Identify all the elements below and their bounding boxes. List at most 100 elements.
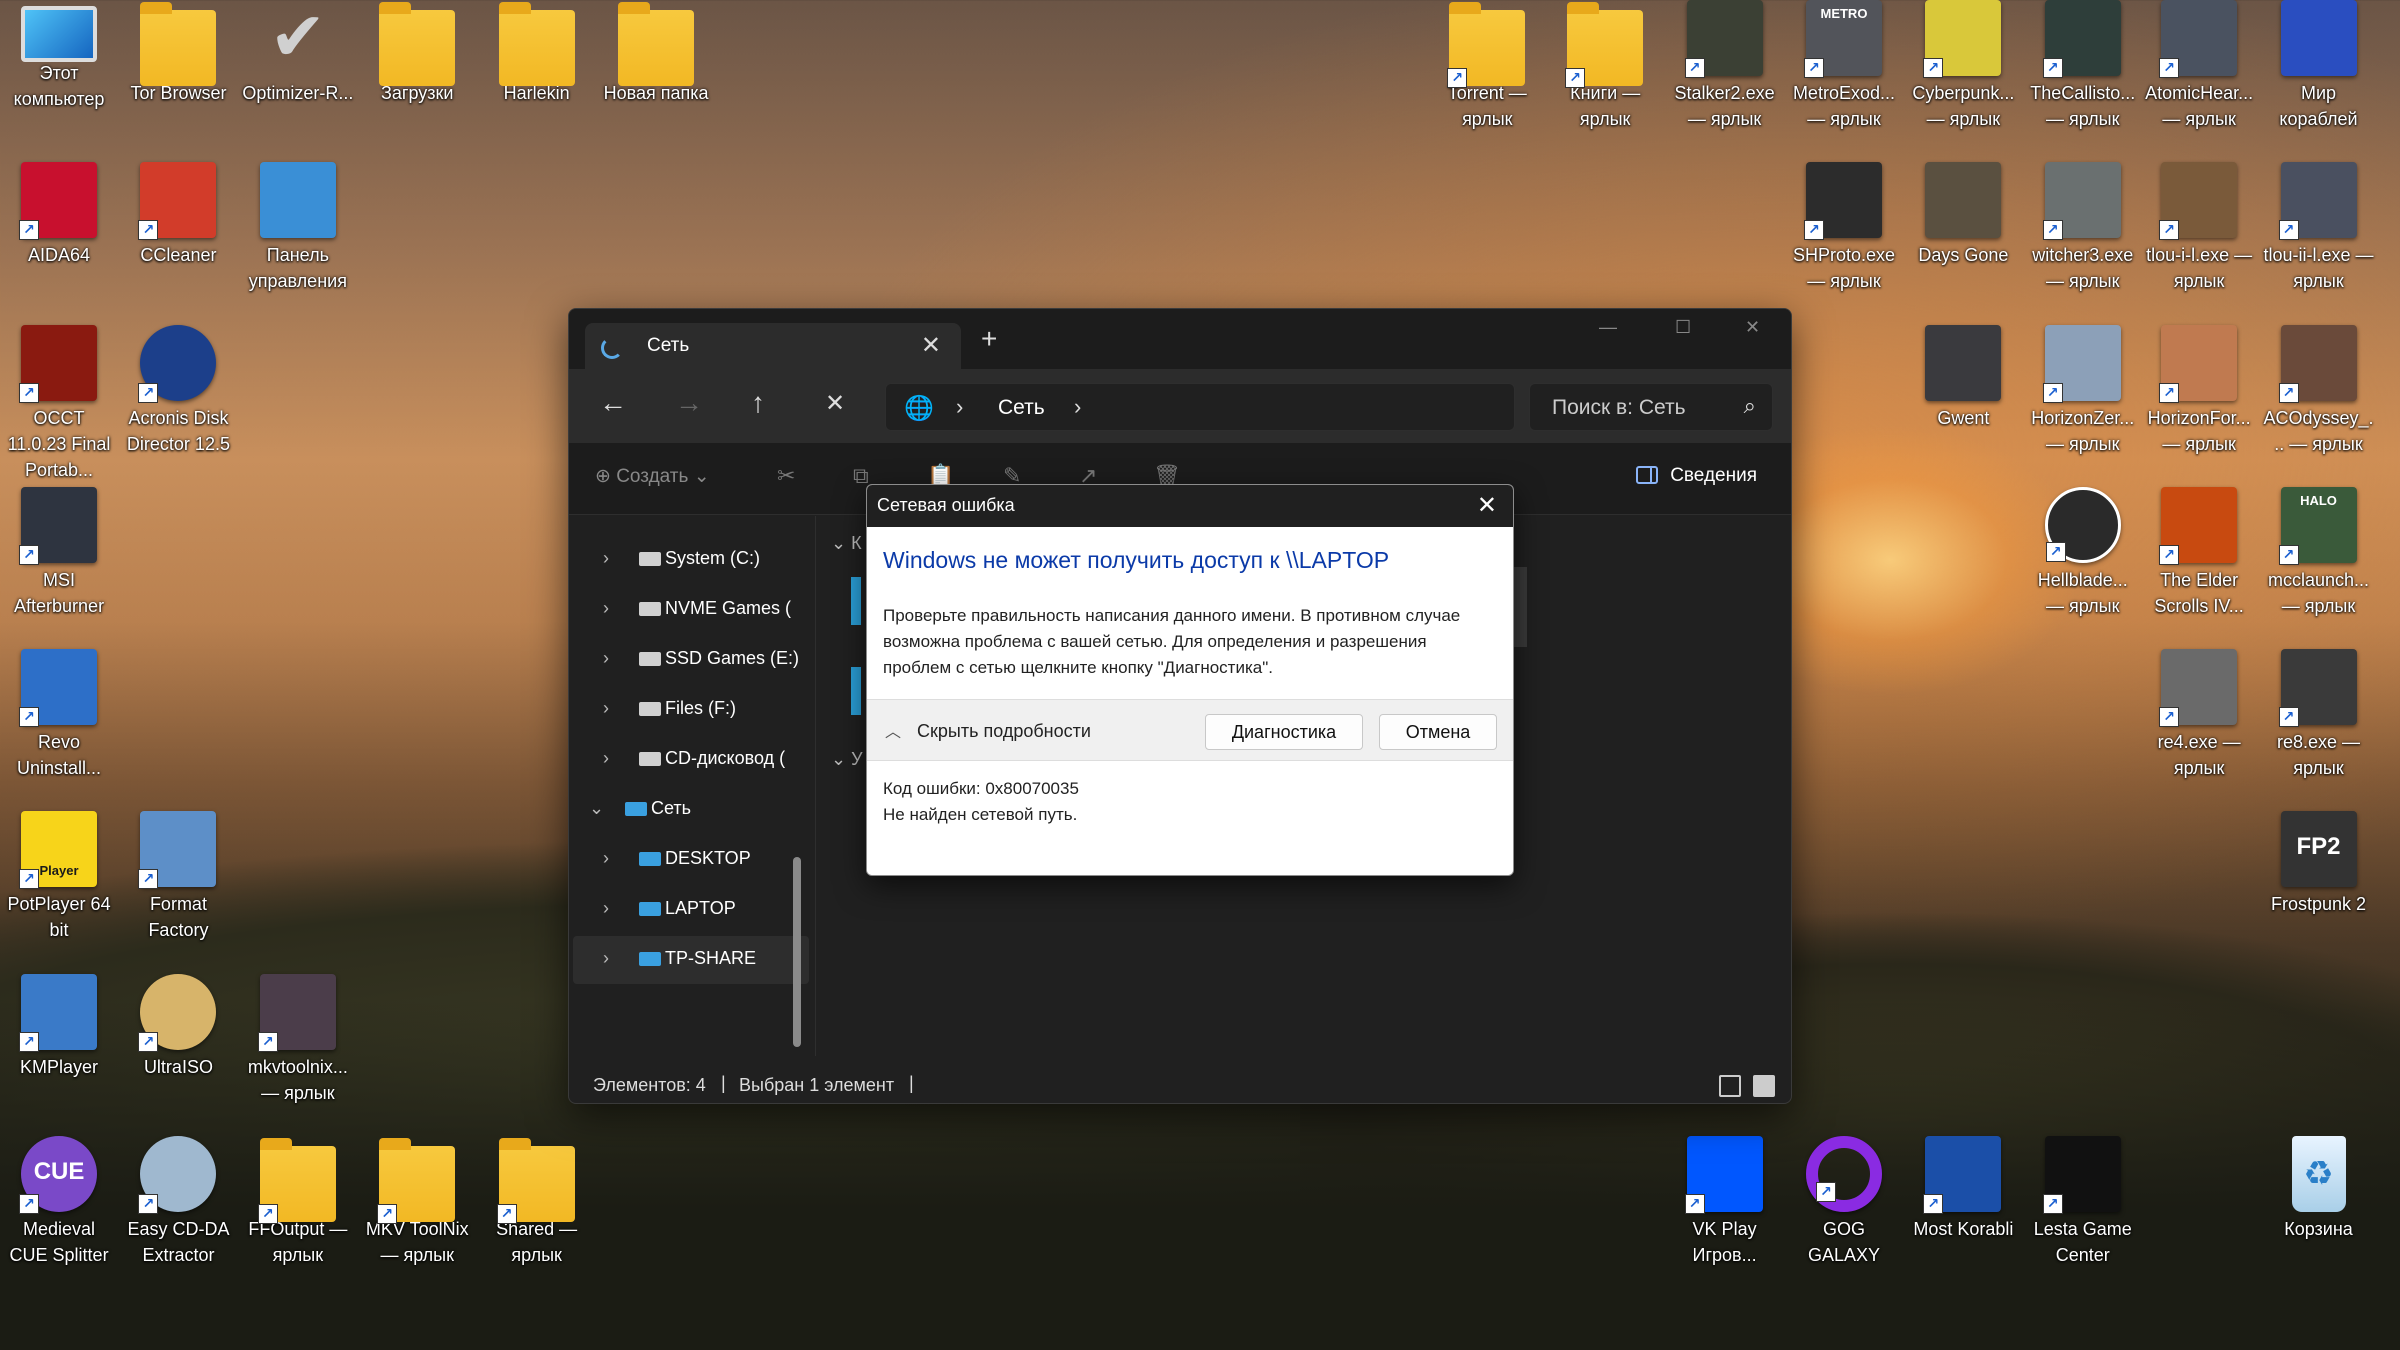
close-window-icon[interactable]: ✕ xyxy=(1745,317,1760,338)
desktop-shortcut[interactable]: Загрузки xyxy=(361,0,473,106)
chevron-right-icon[interactable]: › xyxy=(603,598,609,619)
desktop-shortcut[interactable]: Панель управления xyxy=(242,162,354,294)
cut-icon[interactable]: ✂ xyxy=(777,463,795,489)
desktop-shortcut[interactable]: ↗ VK Play Игров... xyxy=(1669,1135,1781,1268)
dialog-close-icon[interactable]: ✕ xyxy=(1477,491,1497,520)
desktop-shortcut[interactable]: ↗ re8.exe — ярлык xyxy=(2263,649,2375,781)
desktop-shortcut[interactable]: ↗ SHProto.exe — ярлык xyxy=(1788,162,1900,294)
nav-item[interactable]: › NVME Games ( xyxy=(573,586,809,634)
desktop-shortcut[interactable]: Этот компьютер xyxy=(3,0,115,112)
pane-divider[interactable] xyxy=(815,516,816,1056)
chevron-right-icon[interactable]: › xyxy=(603,548,609,569)
minimize-icon[interactable]: — xyxy=(1599,317,1617,338)
nav-item[interactable]: › Files (F:) xyxy=(573,686,809,734)
chevron-right-icon[interactable]: › xyxy=(603,748,609,769)
chevron-right-icon[interactable]: › xyxy=(603,848,609,869)
details-pane-button[interactable]: Сведения xyxy=(1636,465,1757,487)
desktop-shortcut[interactable]: ↗ Torrent — ярлык xyxy=(1431,0,1543,132)
back-arrow-icon[interactable]: ← xyxy=(599,387,627,419)
desktop-shortcut[interactable]: ↗ Книги — ярлык xyxy=(1549,0,1661,132)
desktop-shortcut[interactable]: ↗ tlou-ii-l.exe — ярлык xyxy=(2263,162,2375,294)
details-view-icon[interactable] xyxy=(1719,1075,1741,1097)
desktop-shortcut[interactable]: ↗ KMPlayer xyxy=(3,973,115,1080)
address-bar[interactable]: 🌐 › Сеть › xyxy=(885,383,1515,431)
chevron-right-icon[interactable]: › xyxy=(1074,394,1081,420)
cancel-button[interactable]: Отмена xyxy=(1379,714,1497,750)
diagnose-button[interactable]: Диагностика xyxy=(1205,714,1363,750)
nav-item[interactable]: › SSD Games (E:) xyxy=(573,636,809,684)
desktop-shortcut[interactable]: ↗ witcher3.exe — ярлык xyxy=(2027,162,2139,294)
desktop-shortcut[interactable]: ↗ The Elder Scrolls IV... xyxy=(2143,486,2255,619)
chevron-down-icon[interactable]: ⌄ xyxy=(589,798,604,819)
nav-item[interactable]: › DESKTOP xyxy=(573,836,809,884)
desktop-shortcut[interactable]: ↗ OCCT 11.0.23 Final Portab... xyxy=(3,324,115,483)
navigation-scrollbar[interactable] xyxy=(793,857,801,1047)
chevron-right-icon[interactable]: › xyxy=(603,648,609,669)
chevron-right-icon[interactable]: › xyxy=(603,948,609,969)
desktop-shortcut[interactable]: Новая папка xyxy=(600,0,712,106)
tab-network[interactable]: Сеть ✕ xyxy=(585,323,961,369)
nav-item[interactable]: › LAPTOP xyxy=(573,886,809,934)
desktop-shortcut[interactable]: ↗ AIDA64 xyxy=(3,162,115,268)
desktop-shortcut[interactable]: ↗ Acronis Disk Director 12.5 xyxy=(122,324,234,457)
chevron-right-icon[interactable]: › xyxy=(603,698,609,719)
desktop-shortcut[interactable]: ↗ CCleaner xyxy=(122,162,234,268)
desktop-shortcut[interactable]: HALO ↗ mcclaunch... — ярлык xyxy=(2263,486,2375,619)
desktop-shortcut[interactable]: ↗ re4.exe — ярлык xyxy=(2143,649,2255,781)
desktop-shortcut[interactable]: METRO ↗ MetroExod... — ярлык xyxy=(1788,0,1900,132)
search-input[interactable]: Поиск в: Сеть ⌕ xyxy=(1529,383,1773,431)
desktop-shortcut-label: mkvtoolnix... — ярлык xyxy=(247,1056,348,1103)
desktop-shortcut[interactable]: ↗ HorizonZer... — ярлык xyxy=(2027,324,2139,457)
maximize-icon[interactable]: ☐ xyxy=(1675,317,1691,338)
desktop-shortcut[interactable]: ↗ Stalker2.exe — ярлык xyxy=(1669,0,1781,132)
network-item-icon[interactable] xyxy=(851,577,861,625)
nav-item[interactable]: › System (C:) xyxy=(573,536,809,584)
breadcrumb-network[interactable]: Сеть xyxy=(998,396,1045,420)
computer-icon xyxy=(639,902,661,916)
desktop-shortcut[interactable]: ↗ Cyberpunk... — ярлык xyxy=(1907,0,2019,132)
tiles-view-icon[interactable] xyxy=(1753,1075,1775,1097)
hide-details-toggle[interactable]: ︿ Скрыть подробности xyxy=(885,718,1091,742)
desktop-shortcut[interactable]: CUE ↗ Medieval CUE Splitter xyxy=(3,1135,115,1268)
desktop-shortcut[interactable]: ↗ Lesta Game Center xyxy=(2027,1135,2139,1268)
desktop-shortcut[interactable]: Harlekin xyxy=(481,0,593,106)
chevron-right-icon[interactable]: › xyxy=(956,394,963,420)
desktop-shortcut[interactable]: ↗ Hellblade... — ярлык xyxy=(2027,486,2139,619)
desktop-shortcut[interactable]: ♻ Корзина xyxy=(2263,1135,2375,1242)
desktop-shortcut[interactable]: Мир кораблей xyxy=(2263,0,2375,132)
desktop-shortcut[interactable]: ↗ TheCallisto... — ярлык xyxy=(2027,0,2139,132)
network-item-icon[interactable] xyxy=(851,667,861,715)
desktop-shortcut[interactable]: ↗ FFOutput — ярлык xyxy=(242,1136,354,1268)
desktop-shortcut[interactable]: Days Gone xyxy=(1907,162,2019,268)
desktop-shortcut[interactable]: Tor Browser xyxy=(122,0,234,106)
desktop-shortcut[interactable]: Gwent xyxy=(1907,324,2019,431)
chevron-right-icon[interactable]: › xyxy=(603,898,609,919)
desktop-shortcut[interactable]: ↗ ACOdyssey_... — ярлык xyxy=(2263,324,2375,457)
desktop-shortcut[interactable]: ↗ Format Factory xyxy=(122,811,234,943)
stop-loading-icon[interactable]: ✕ xyxy=(825,389,845,418)
desktop-shortcut[interactable]: FP2 Frostpunk 2 xyxy=(2263,811,2375,917)
desktop-shortcut[interactable]: ↗ MSI Afterburner xyxy=(3,486,115,619)
desktop-shortcut[interactable]: ↗ tlou-i-l.exe — ярлык xyxy=(2143,162,2255,294)
close-tab-icon[interactable]: ✕ xyxy=(921,331,941,360)
nav-item[interactable]: › CD-дисковод ( xyxy=(573,736,809,784)
desktop-shortcut[interactable]: ↗ GOG GALAXY xyxy=(1788,1135,1900,1268)
forward-arrow-icon[interactable]: → xyxy=(675,387,703,419)
shortcut-arrow-icon: ↗ xyxy=(2159,220,2180,241)
nav-item[interactable]: ⌄ Сеть xyxy=(573,786,809,834)
desktop-shortcut[interactable]: ↗ AtomicHear... — ярлык xyxy=(2143,0,2255,132)
desktop-shortcut[interactable]: ↗ Easy CD-DA Extractor xyxy=(122,1135,234,1268)
desktop-shortcut[interactable]: ↗ Shared — ярлык xyxy=(481,1136,593,1268)
nav-item[interactable]: › TP-SHARE xyxy=(573,936,809,984)
desktop-shortcut[interactable]: Player ↗ PotPlayer 64 bit xyxy=(3,811,115,943)
new-tab-button[interactable]: + xyxy=(981,323,997,355)
desktop-shortcut[interactable]: ↗ MKV ToolNix — ярлык xyxy=(361,1136,473,1268)
create-button[interactable]: ⊕ Создать ⌄ xyxy=(595,465,710,488)
desktop-shortcut[interactable]: ↗ Revo Uninstall... xyxy=(3,649,115,781)
desktop-shortcut[interactable]: ↗ Most Korabli xyxy=(1907,1135,2019,1242)
desktop-shortcut[interactable]: ↗ mkvtoolnix... — ярлык xyxy=(242,973,354,1106)
desktop-shortcut[interactable]: ↗ UltraISO xyxy=(122,973,234,1080)
desktop-shortcut[interactable]: ✔ Optimizer-R... xyxy=(242,0,354,106)
up-arrow-icon[interactable]: ↑ xyxy=(751,387,765,419)
desktop-shortcut[interactable]: ↗ HorizonFor... — ярлык xyxy=(2143,324,2255,457)
